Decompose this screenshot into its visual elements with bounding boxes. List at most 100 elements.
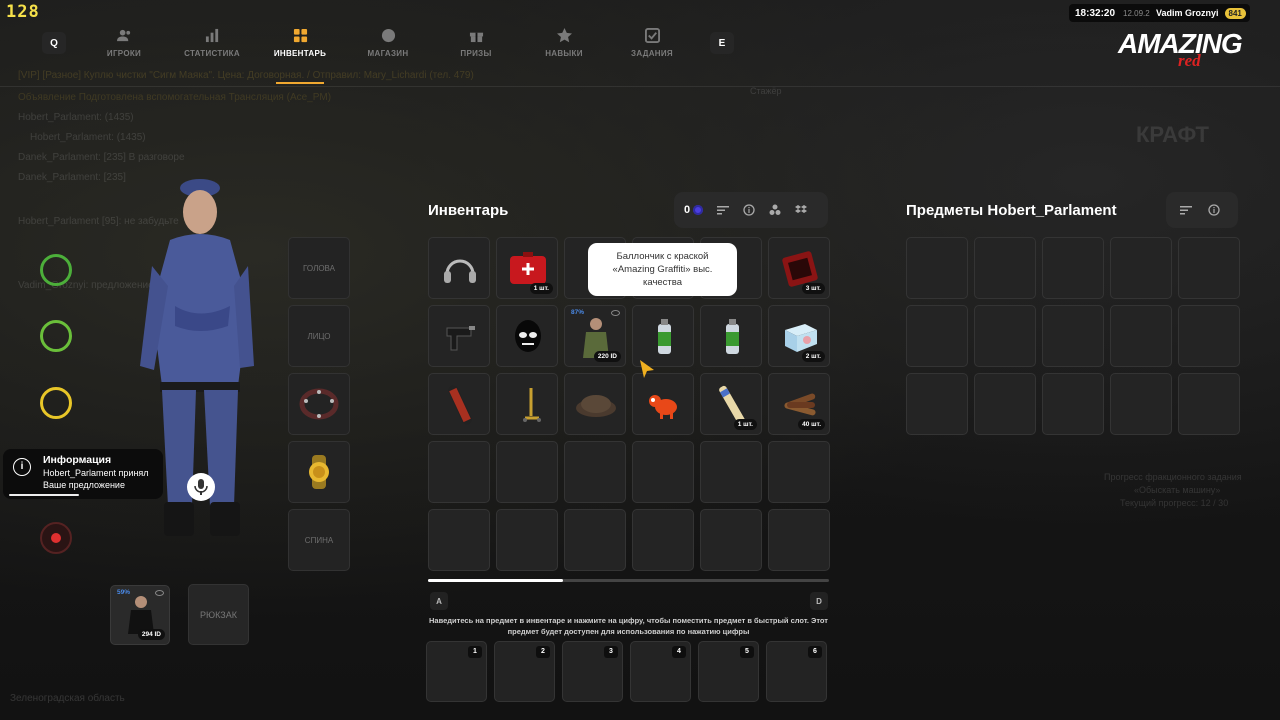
trade-slot[interactable] [1042, 237, 1104, 299]
fps-counter: 128 [6, 2, 40, 22]
inventory-slot[interactable] [428, 237, 490, 299]
sort-icon[interactable] [717, 204, 730, 216]
tab-prizes[interactable]: ПРИЗЫ [434, 28, 518, 84]
inventory-slot[interactable] [496, 305, 558, 367]
inventory-slot[interactable] [700, 509, 762, 571]
quick-slot[interactable]: 3 [562, 641, 623, 702]
trade-slot[interactable] [906, 237, 968, 299]
inventory-slot[interactable] [428, 305, 490, 367]
task-progress-line: Текущий прогресс: 12 / 30 [1120, 498, 1229, 508]
scrollbar-thumb[interactable] [428, 579, 563, 582]
tab-skills[interactable]: НАВЫКИ [522, 28, 606, 84]
info-icon: i [13, 458, 31, 476]
inventory-slot[interactable] [564, 373, 626, 435]
trade-slot[interactable] [1110, 373, 1172, 435]
face-slot[interactable]: ЛИЦО [288, 305, 350, 367]
trade-slot[interactable] [974, 305, 1036, 367]
info-icon[interactable] [743, 204, 755, 216]
dropbox-icon[interactable] [795, 204, 808, 216]
inventory-slot[interactable] [632, 305, 694, 367]
inventory-slot[interactable] [632, 373, 694, 435]
inventory-slot[interactable] [768, 441, 830, 503]
quick-slot[interactable]: 1 [426, 641, 487, 702]
tab-label: СТАТИСТИКА [184, 49, 240, 58]
inventory-slot[interactable] [428, 373, 490, 435]
watch-slot[interactable] [288, 441, 350, 503]
trade-slot[interactable] [1178, 373, 1240, 435]
inventory-slot[interactable] [632, 441, 694, 503]
header-divider [0, 86, 1280, 87]
logo-sub: red [1178, 51, 1201, 70]
eye-icon[interactable] [155, 590, 164, 596]
head-slot[interactable]: ГОЛОВА [288, 237, 350, 299]
notification-text: Hobert_Parlament принял Ваше предложение [43, 468, 149, 490]
trade-slot[interactable] [906, 373, 968, 435]
inventory-slot[interactable]: 87% 220 ID [564, 305, 626, 367]
quick-slot[interactable]: 4 [630, 641, 691, 702]
sort-icon[interactable] [1180, 204, 1192, 216]
quick-slot[interactable]: 6 [766, 641, 827, 702]
scroll-left-key[interactable]: A [430, 592, 448, 610]
inventory-slot[interactable] [700, 305, 762, 367]
quick-slot-hint: Наведитесь на предмет в инвентаре и нажм… [429, 616, 828, 636]
outfit-slot[interactable]: 59% 294 ID [110, 585, 170, 645]
tab-inventory[interactable]: ИНВЕНТАРЬ [258, 28, 342, 84]
trade-slot[interactable] [974, 237, 1036, 299]
item-count: 2 шт. [801, 351, 825, 362]
inventory-slot[interactable] [496, 373, 558, 435]
gold-watch-icon [309, 455, 329, 489]
task-progress-line: Прогресс фракционного задания [1104, 472, 1242, 482]
trade-slot[interactable] [974, 373, 1036, 435]
currency-value: 0 [684, 204, 691, 216]
craft-icon[interactable] [769, 204, 781, 216]
trade-slot[interactable] [1042, 305, 1104, 367]
chat-line: Danek_Parlament: [235] [18, 172, 126, 183]
inventory-slot[interactable] [428, 441, 490, 503]
backpack-slot[interactable]: РЮКЗАК [188, 584, 249, 645]
inventory-slot[interactable] [700, 441, 762, 503]
inventory-slot[interactable] [496, 441, 558, 503]
microphone-icon [194, 479, 208, 495]
cap-icon [576, 395, 616, 417]
item-tooltip: Баллончик с краской «Amazing Graffiti» в… [588, 243, 737, 296]
inventory-slot[interactable]: 1 шт. [700, 373, 762, 435]
trade-slot[interactable] [906, 305, 968, 367]
trade-slot[interactable] [1110, 237, 1172, 299]
back-slot[interactable]: СПИНА [288, 509, 350, 571]
trade-slot[interactable] [1042, 373, 1104, 435]
tab-shop[interactable]: МАГАЗИН [346, 28, 430, 84]
skateboard-icon [448, 385, 472, 425]
tab-stats[interactable]: СТАТИСТИКА [170, 28, 254, 84]
tab-tasks[interactable]: ЗАДАНИЯ [610, 28, 694, 84]
quick-slot-number: 1 [468, 646, 482, 658]
prev-tab-key[interactable]: Q [42, 32, 66, 54]
cursor-icon [640, 360, 654, 378]
inventory-slot[interactable] [564, 441, 626, 503]
inventory-scrollbar[interactable] [428, 579, 829, 582]
inventory-slot[interactable]: 2 шт. [768, 305, 830, 367]
trade-slot[interactable] [1110, 305, 1172, 367]
trade-slot[interactable] [1178, 305, 1240, 367]
inventory-slot[interactable]: 40 шт. [768, 373, 830, 435]
health-indicator [40, 254, 72, 286]
record-button[interactable] [40, 522, 72, 554]
inventory-slot[interactable] [632, 509, 694, 571]
inventory-slot[interactable]: 3 шт. [768, 237, 830, 299]
next-tab-key[interactable]: E [710, 32, 734, 54]
quick-slot[interactable]: 5 [698, 641, 759, 702]
skull-mask-icon [515, 320, 541, 352]
inventory-slot[interactable] [768, 509, 830, 571]
trade-slot[interactable] [1178, 237, 1240, 299]
accessory-slot[interactable] [288, 373, 350, 435]
inventory-slot[interactable] [564, 509, 626, 571]
tasks-icon [644, 28, 660, 43]
inventory-slot[interactable]: 1 шт. [496, 237, 558, 299]
tab-players[interactable]: ИГРОКИ [82, 28, 166, 84]
eye-icon[interactable] [611, 310, 620, 316]
scroll-right-key[interactable]: D [810, 592, 828, 610]
inventory-slot[interactable] [496, 509, 558, 571]
inventory-slot[interactable] [428, 509, 490, 571]
info-icon[interactable] [1208, 204, 1220, 216]
microphone-button[interactable] [187, 473, 215, 501]
quick-slot[interactable]: 2 [494, 641, 555, 702]
